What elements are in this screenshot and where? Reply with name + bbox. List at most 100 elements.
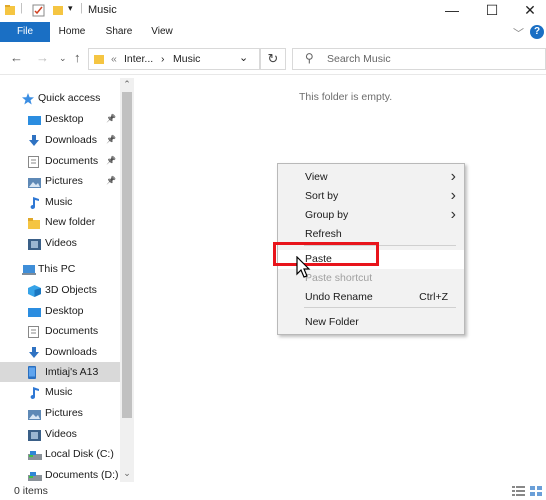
forward-icon[interactable]: → — [36, 50, 49, 65]
expand-ribbon-icon[interactable]: ﹀ — [513, 25, 524, 41]
scroll-up-icon[interactable]: ⌃ — [120, 79, 134, 90]
context-menu-item-undo-rename[interactable]: Undo Rename Ctrl+Z — [278, 288, 464, 307]
sidebar-item-label: Pictures — [45, 175, 83, 187]
scroll-down-icon[interactable]: ⌄ — [120, 468, 134, 479]
desktop-icon — [28, 305, 41, 317]
sidebar-item-label: Music — [45, 386, 73, 398]
sidebar-item-quick-access[interactable]: Quick access — [0, 88, 120, 108]
sidebar-item-this-pc[interactable]: This PC — [0, 259, 120, 279]
sidebar-item-new-folder[interactable]: New folder — [0, 212, 120, 232]
minimize-button[interactable]: — — [432, 0, 472, 22]
menu-item-label: Paste shortcut — [305, 272, 373, 284]
sidebar-item-label: Documents (D:) — [45, 469, 119, 481]
star-icon — [22, 92, 34, 105]
folder-icon — [94, 55, 104, 64]
sidebar-item-local-disk-c[interactable]: Local Disk (C:) — [0, 444, 120, 464]
sidebar-item-imtiaj-s-a13[interactable]: Imtiaj's A13 — [0, 362, 120, 382]
sidebar-item-downloads[interactable]: Downloads — [0, 342, 120, 362]
recent-locations-icon[interactable]: ⌄ — [59, 53, 67, 64]
sidebar-item-documents-d[interactable]: Documents (D:) — [0, 465, 120, 482]
navigation-row: ← → ⌄ ↑ « Inter... › Music ⌄ ↻ ⚲ Search … — [0, 44, 546, 75]
title-bar: | ▾ | Music — ☐ ✕ — [0, 0, 546, 22]
pin-icon: 📌 — [106, 114, 116, 123]
tab-share[interactable]: Share — [100, 22, 138, 42]
tab-file[interactable]: File — [0, 22, 50, 42]
sidebar-item-3d-objects[interactable]: 3D Objects — [0, 280, 120, 300]
sidebar-item-label: Desktop — [45, 113, 84, 125]
nav-pane-scrollbar[interactable]: ⌃ ⌄ — [120, 78, 134, 482]
sidebar-item-desktop[interactable]: Desktop — [0, 301, 120, 321]
separator: | — [80, 2, 83, 14]
context-menu-item-view[interactable]: View › — [278, 168, 464, 187]
menu-item-label: New Folder — [305, 316, 359, 328]
context-menu-item-sort-by[interactable]: Sort by › — [278, 187, 464, 206]
sidebar-item-documents[interactable]: Documents — [0, 321, 120, 341]
refresh-button[interactable]: ↻ — [260, 48, 286, 70]
submenu-arrow-icon: › — [450, 168, 456, 185]
folder-icon — [28, 216, 40, 229]
sidebar-item-label: Videos — [45, 428, 77, 440]
sidebar-item-desktop[interactable]: Desktop 📌 — [0, 109, 120, 129]
search-input[interactable]: ⚲ Search Music — [292, 48, 546, 70]
sidebar-item-label: Imtiaj's A13 — [45, 366, 99, 378]
quick-access-toolbar-dropdown-icon[interactable]: ▾ — [68, 3, 73, 14]
sidebar-item-pictures[interactable]: Pictures 📌 — [0, 171, 120, 191]
sidebar-item-label: Desktop — [45, 305, 84, 317]
sidebar-item-label: Documents — [45, 325, 99, 337]
document-icon — [28, 155, 40, 168]
sidebar-item-label: Quick access — [38, 92, 101, 104]
breadcrumb-item[interactable]: Music — [173, 53, 200, 65]
submenu-arrow-icon: › — [450, 187, 456, 204]
overflow-icon[interactable]: « — [111, 53, 117, 65]
sidebar-item-downloads[interactable]: Downloads 📌 — [0, 130, 120, 150]
address-dropdown-icon[interactable]: ⌄ — [239, 51, 248, 64]
music-icon — [28, 386, 40, 399]
breadcrumb-item[interactable]: Inter... — [124, 53, 153, 65]
disk-icon — [28, 448, 42, 460]
sidebar-item-label: Downloads — [45, 346, 97, 358]
disk-icon — [28, 469, 42, 481]
properties-icon[interactable] — [32, 4, 45, 17]
cube-icon — [28, 284, 41, 297]
computer-icon — [22, 263, 36, 275]
videos-icon — [28, 428, 41, 441]
phone-icon — [28, 366, 40, 379]
desktop-icon — [28, 113, 41, 125]
search-icon: ⚲ — [305, 51, 314, 65]
pin-icon: 📌 — [106, 135, 116, 144]
tab-view[interactable]: View — [144, 22, 180, 42]
sidebar-item-pictures[interactable]: Pictures — [0, 403, 120, 423]
videos-icon — [28, 237, 41, 250]
sidebar-item-documents[interactable]: Documents 📌 — [0, 151, 120, 171]
back-icon[interactable]: ← — [10, 50, 23, 65]
large-icons-view-icon[interactable] — [530, 486, 543, 496]
sidebar-item-videos[interactable]: Videos — [0, 233, 120, 253]
context-menu-item-group-by[interactable]: Group by › — [278, 206, 464, 225]
document-icon — [28, 325, 40, 338]
scroll-thumb[interactable] — [122, 92, 132, 418]
up-icon[interactable]: ↑ — [74, 50, 81, 65]
new-folder-icon[interactable] — [52, 4, 64, 16]
window-title: Music — [88, 4, 117, 16]
address-bar[interactable]: « Inter... › Music ⌄ — [88, 48, 260, 70]
menu-item-label: View — [305, 171, 328, 183]
empty-folder-message: This folder is empty. — [299, 91, 393, 103]
music-icon — [28, 196, 40, 209]
menu-item-label: Group by — [305, 209, 349, 221]
submenu-arrow-icon: › — [450, 206, 456, 223]
pin-icon: 📌 — [106, 176, 116, 185]
refresh-icon: ↻ — [267, 51, 279, 66]
close-button[interactable]: ✕ — [510, 0, 546, 22]
tab-home[interactable]: Home — [52, 22, 92, 42]
separator: | — [20, 2, 23, 14]
context-menu-item-new-folder[interactable]: New Folder — [278, 313, 464, 332]
breadcrumb-separator[interactable]: › — [161, 53, 165, 65]
navigation-pane: Quick access Desktop 📌 Downloads 📌 Documents 📌… — [0, 78, 134, 482]
details-view-icon[interactable] — [512, 486, 525, 496]
maximize-button[interactable]: ☐ — [472, 0, 512, 22]
sidebar-item-music[interactable]: Music — [0, 382, 120, 402]
menu-item-label: Sort by — [305, 190, 339, 202]
sidebar-item-videos[interactable]: Videos — [0, 424, 120, 444]
sidebar-item-music[interactable]: Music — [0, 192, 120, 212]
help-icon[interactable]: ? — [530, 25, 544, 39]
